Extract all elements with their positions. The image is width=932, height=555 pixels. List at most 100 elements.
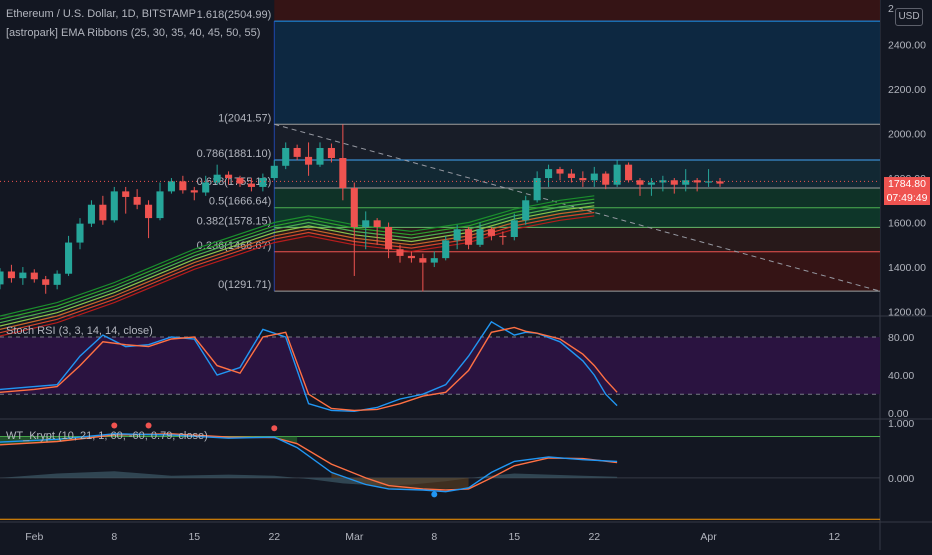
candle-body — [339, 158, 347, 189]
candle-body — [453, 229, 461, 241]
candle-body — [465, 229, 473, 245]
last-price-tag: 1784.80 — [884, 177, 930, 191]
wt-histogram — [0, 471, 618, 486]
fib-level-label: 0.786(1881.10) — [197, 148, 272, 160]
candle-body — [625, 164, 633, 181]
candle-body — [419, 258, 427, 263]
ema-ribbons-legend[interactable]: [astropark] EMA Ribbons (25, 30, 35, 40,… — [6, 27, 260, 39]
chart-canvas[interactable]: 1.618(2504.99) 1(2041.57) 0.786(1881.10) 0.… — [0, 0, 932, 550]
candle-body — [487, 229, 495, 236]
fib-level-label: 1.618(2504.99) — [197, 9, 272, 21]
candle-body — [510, 220, 518, 237]
candle-body — [590, 173, 598, 181]
price-tick-label: 1200.00 — [888, 307, 926, 319]
candle-body — [99, 204, 107, 221]
candle-body — [499, 235, 507, 238]
fib-zone-top — [274, 0, 880, 22]
candle-body — [579, 178, 587, 181]
price-tick-label: 1600.00 — [888, 218, 926, 230]
stoch-rsi-legend[interactable]: Stoch RSI (3, 3, 14, 14, close) — [6, 325, 153, 337]
wt-signal-dot — [271, 425, 278, 432]
candle-body — [430, 258, 438, 263]
fib-zone-0.618 — [274, 159, 880, 189]
candle-body — [305, 156, 313, 165]
time-tick-label: 12 — [828, 531, 840, 543]
candle-body — [693, 180, 701, 183]
time-tick-label: 8 — [111, 531, 117, 543]
candle-body — [30, 272, 38, 280]
candle-body — [110, 191, 118, 221]
wt-wt1-line — [0, 433, 618, 493]
fib-zone-0 — [274, 251, 880, 292]
candle-body — [282, 147, 290, 166]
wt-signal-dot — [431, 491, 438, 498]
time-tick-label: 8 — [431, 531, 437, 543]
candle-body — [213, 174, 221, 183]
candle-body — [236, 178, 244, 184]
fib-zone-1 — [274, 21, 880, 125]
candle-body — [87, 204, 95, 224]
candle-body — [270, 165, 278, 179]
candle-body — [373, 220, 381, 227]
candle-body — [396, 249, 404, 256]
candle-body — [442, 240, 450, 259]
candle-body — [545, 169, 553, 179]
bar-countdown-tag: 07:49:49 — [884, 191, 930, 205]
candle-body — [190, 190, 198, 193]
price-tick-label-partial: 2 — [888, 3, 894, 15]
fib-zone-0.786 — [274, 124, 880, 160]
wt-tick-label: 1.000 — [888, 418, 914, 430]
time-tick-label: 15 — [188, 531, 200, 543]
symbol-title: Ethereum / U.S. Dollar, 1D, BITSTAMP — [6, 8, 196, 20]
fib-level-label: 1(2041.57) — [218, 112, 271, 124]
stoch-tick-label: 80.00 — [888, 332, 914, 344]
candle-body — [407, 255, 415, 259]
candle-body — [327, 147, 335, 158]
price-tick-label: 2000.00 — [888, 129, 926, 141]
candle-body — [122, 191, 130, 197]
candle-body — [385, 226, 393, 250]
candle-body — [259, 178, 267, 187]
candle-body — [247, 183, 255, 187]
candle-body — [202, 182, 210, 193]
candle-body — [522, 200, 530, 221]
candle-body — [350, 188, 358, 227]
time-tick-label: 22 — [588, 531, 600, 543]
wt-tick-label: 0.000 — [888, 473, 914, 485]
candle-body — [179, 181, 187, 191]
candle-body — [647, 182, 655, 185]
wt-wt2-line — [0, 433, 618, 491]
chart-stage: 1.618(2504.99) 1(2041.57) 0.786(1881.10) 0.… — [0, 0, 932, 550]
wt-signal-dot — [145, 422, 152, 429]
candle-body — [19, 272, 27, 279]
time-tick-label: Mar — [345, 531, 364, 543]
candle-body — [42, 279, 50, 285]
candle-body — [145, 204, 153, 219]
candle-body — [533, 178, 541, 201]
stoch-tick-label: 40.00 — [888, 370, 914, 382]
candle-body — [602, 173, 610, 185]
candle-body — [53, 273, 61, 285]
fib-level-label: 0.5(1666.64) — [209, 196, 271, 208]
price-tick-label: 1400.00 — [888, 262, 926, 274]
candle-body — [316, 147, 324, 165]
candle-body — [613, 164, 621, 185]
candle-body — [76, 223, 84, 243]
candle-body — [0, 271, 4, 285]
candle-body — [556, 169, 564, 174]
currency-button[interactable]: USD — [895, 8, 923, 26]
wt-krypt-legend[interactable]: WT_Krypt (10, 21, 1, 60, -60, 0.79, clos… — [6, 430, 208, 442]
candle-body — [476, 229, 484, 245]
time-tick-label: Apr — [700, 531, 717, 543]
time-tick-label: 15 — [508, 531, 520, 543]
fib-level-label: 0(1291.71) — [218, 279, 271, 291]
time-tick-label: 22 — [268, 531, 280, 543]
wt-signal-dot — [111, 422, 118, 429]
price-tick-label: 2200.00 — [888, 84, 926, 96]
candle-body — [167, 181, 175, 192]
candle-body — [156, 191, 164, 219]
time-tick-label: Feb — [25, 531, 43, 543]
candle-body — [567, 173, 575, 179]
candle-body — [293, 147, 301, 157]
candle-body — [133, 196, 141, 205]
